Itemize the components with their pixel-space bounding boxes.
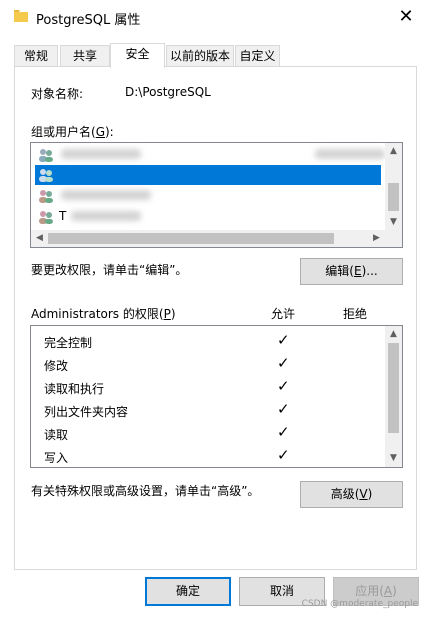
check-icon: ✓ (277, 377, 290, 395)
check-icon: ✓ (277, 354, 290, 372)
permissions-scrollbar[interactable]: ▲ ▼ (385, 326, 402, 467)
folder-icon (14, 10, 28, 22)
edit-button[interactable]: 编辑(E)... (300, 258, 403, 285)
scroll-left-icon[interactable]: ◀ (31, 230, 48, 247)
users-vertical-scrollbar[interactable]: ▲ ▼ (385, 143, 402, 231)
window-title: PostgreSQL 属性 (36, 13, 141, 28)
scroll-up-icon[interactable]: ▲ (385, 143, 402, 160)
users-horizontal-scrollbar[interactable]: ◀ ▶ (31, 230, 402, 247)
user-group-icon (39, 211, 53, 224)
user-group-icon (39, 149, 53, 162)
scroll-down-icon[interactable]: ▼ (385, 214, 402, 231)
table-row: 读取 ✓ (31, 422, 386, 445)
check-icon: ✓ (277, 331, 290, 349)
watermark: CSDN @moderate_people (301, 599, 418, 609)
list-item-selected[interactable] (35, 165, 381, 185)
table-row: 修改 ✓ (31, 353, 386, 376)
scroll-right-icon[interactable]: ▶ (368, 230, 385, 247)
table-row: 写入 ✓ (31, 445, 386, 467)
check-icon: ✓ (277, 446, 290, 464)
deny-column-header: 拒绝 (343, 307, 368, 321)
list-item[interactable] (35, 186, 381, 206)
list-item[interactable] (35, 145, 385, 165)
user-group-icon (39, 169, 53, 182)
title-bar: PostgreSQL 属性 ✕ (0, 0, 426, 34)
object-name-value: D:\PostgreSQL (125, 85, 211, 99)
list-item[interactable]: T (35, 207, 381, 227)
tab-previous-versions[interactable]: 以前的版本 (166, 45, 234, 67)
ok-button[interactable]: 确定 (145, 577, 231, 606)
tab-security[interactable]: 安全 (110, 43, 165, 68)
list-item-label: T (59, 209, 67, 223)
users-listbox[interactable]: T ▲ ▼ ◀ ▶ (30, 142, 403, 248)
permission-name: 完全控制 (44, 336, 93, 350)
permissions-label: Administrators 的权限(P) (31, 307, 176, 321)
scroll-thumb[interactable] (388, 343, 399, 433)
users-label: 组或用户名(G): (31, 125, 114, 139)
advanced-button[interactable]: 高级(V) (300, 481, 403, 508)
allow-column-header: 允许 (271, 307, 296, 321)
permission-name: 读取 (44, 428, 69, 442)
permission-name: 读取和执行 (44, 382, 105, 396)
scroll-thumb[interactable] (388, 183, 399, 211)
table-row: 读取和执行 ✓ (31, 376, 386, 399)
tab-sharing[interactable]: 共享 (60, 45, 110, 67)
object-name-label: 对象名称: (31, 87, 84, 101)
close-icon[interactable]: ✕ (394, 6, 418, 28)
permissions-list[interactable]: 完全控制 ✓ 修改 ✓ 读取和执行 ✓ 列出文件夹内容 ✓ 读取 ✓ 写入 ✓ … (30, 325, 403, 468)
table-row: 列出文件夹内容 ✓ (31, 399, 386, 422)
advanced-hint: 有关特殊权限或高级设置，请单击“高级”。 (31, 484, 260, 498)
permission-name: 写入 (44, 451, 69, 465)
scroll-down-icon[interactable]: ▼ (385, 450, 402, 467)
scroll-thumb[interactable] (48, 233, 334, 244)
tab-general[interactable]: 常规 (14, 45, 58, 67)
permission-name: 修改 (44, 359, 69, 373)
user-group-icon (39, 190, 53, 203)
check-icon: ✓ (277, 423, 290, 441)
table-row: 完全控制 ✓ (31, 330, 386, 353)
tab-customize[interactable]: 自定义 (235, 45, 280, 67)
scroll-up-icon[interactable]: ▲ (385, 326, 402, 343)
check-icon: ✓ (277, 400, 290, 418)
permission-name: 列出文件夹内容 (44, 405, 129, 419)
edit-hint: 要更改权限，请单击“编辑”。 (31, 263, 188, 277)
